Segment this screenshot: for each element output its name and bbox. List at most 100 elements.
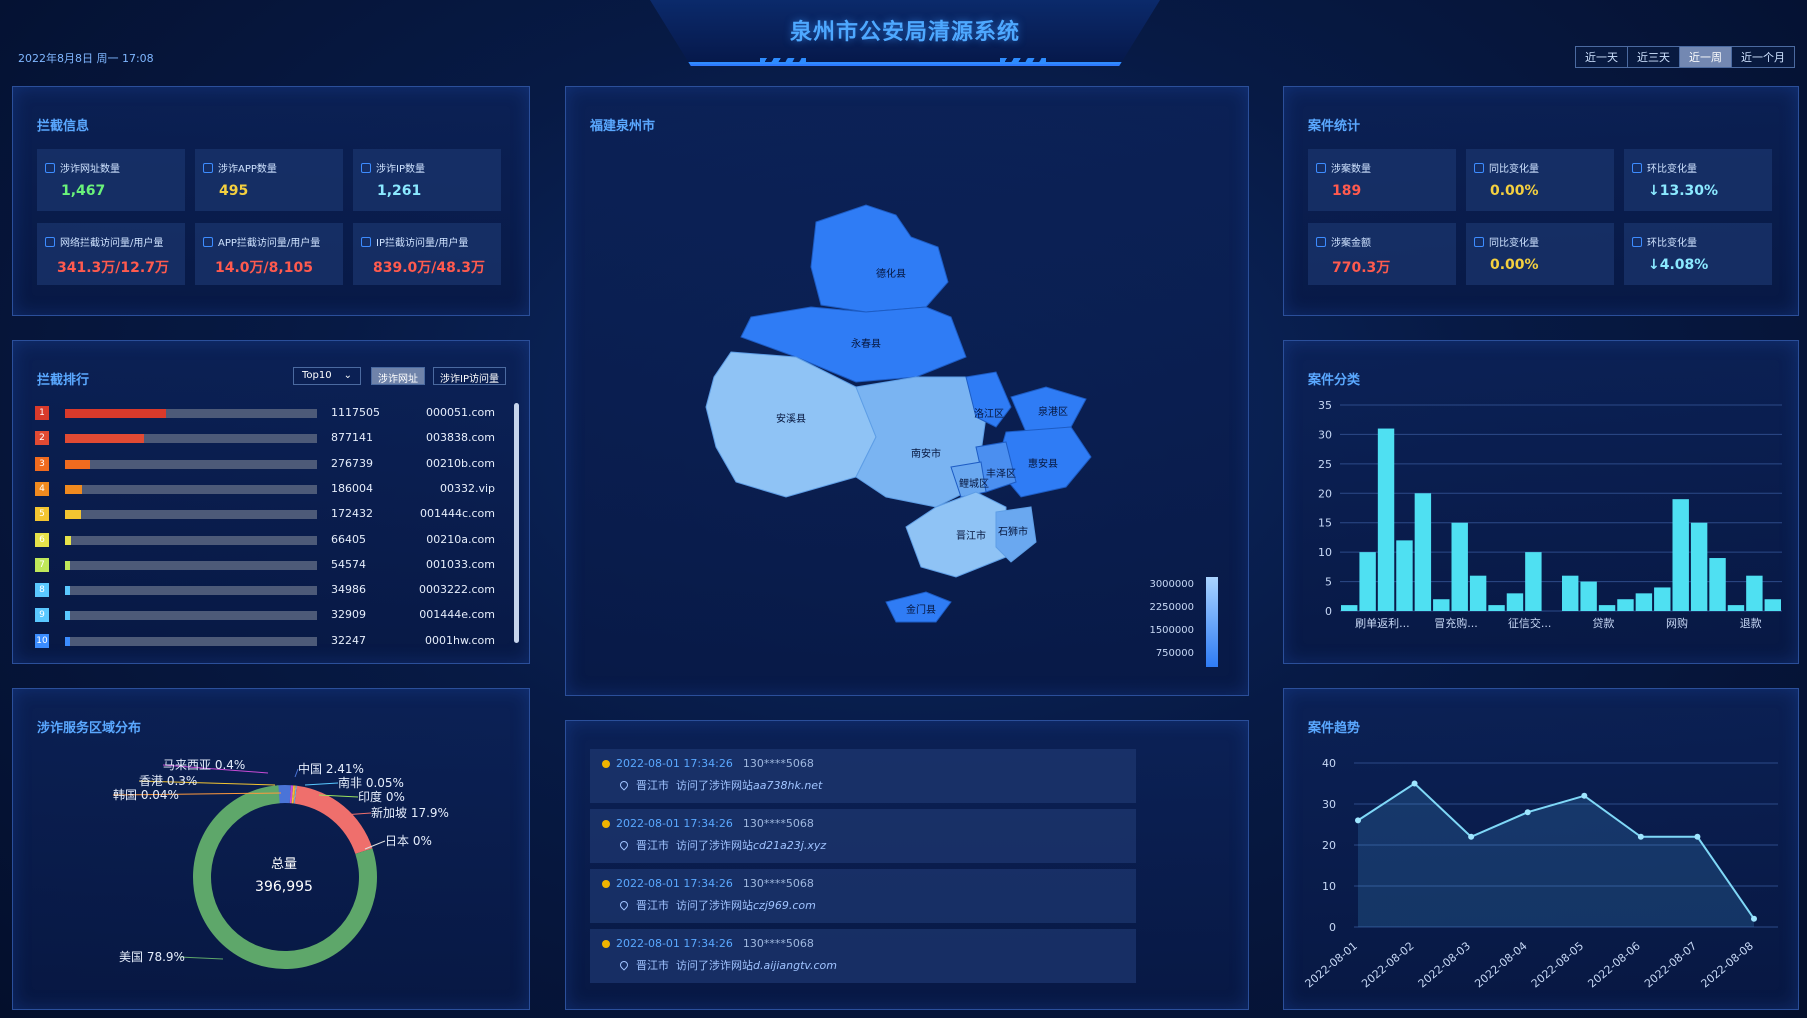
log-phone: 130****5068 [742,757,814,770]
map-label: 鲤城区 [959,477,989,490]
bar[interactable] [1396,540,1413,611]
bar[interactable] [1377,428,1395,611]
ranking-row[interactable]: 6 66405 00210a.com [35,532,495,548]
rank-bar-track [65,611,317,621]
range-tab-3d[interactable]: 近三天 [1627,46,1680,68]
y-tick-label: 35 [1318,399,1332,412]
rank-bar-track [65,586,317,596]
map-label: 晋江市 [956,529,986,542]
bar[interactable] [1598,605,1616,611]
bar[interactable] [1654,587,1671,611]
range-tab-1d[interactable]: 近一天 [1575,46,1628,68]
stat-label: 环比变化量 [1647,164,1697,175]
x-tick-label: 2022-08-07 [1642,939,1699,990]
bar[interactable] [1525,552,1542,611]
alert-dot-icon [602,819,610,828]
bar[interactable] [1746,575,1763,611]
map-label: 丰泽区 [986,467,1016,480]
log-time: 2022-08-01 17:34:26 [616,877,733,890]
ranking-row[interactable]: 3 276739 00210b.com [35,456,495,472]
stat-card-case-count: 涉案数量 189 [1308,149,1456,211]
case-stats-panel: 案件统计 涉案数量 189 同比变化量 0.00% 环比变化量 ↓13.30% … [1283,86,1799,316]
trend-point[interactable] [1411,780,1418,787]
tab-fraud-ip[interactable]: 涉诈IP访问量 [433,367,506,385]
bar[interactable] [1451,522,1468,611]
bar[interactable] [1617,599,1634,611]
ranking-row[interactable]: 10 32247 0001hw.com [35,633,495,649]
log-item[interactable]: 2022-08-01 17:34:26 130****5068 晋江市 访问了涉诈… [590,809,1136,863]
ranking-title: 拦截排行 [37,373,90,388]
rank-number: 7 [35,557,49,572]
ranking-row[interactable]: 1 1117505 000051.com [35,405,495,421]
bar[interactable] [1488,605,1505,611]
coin-icon [1316,236,1326,247]
ranking-row[interactable]: 8 34986 0003222.com [35,582,495,598]
globe-icon [45,236,55,247]
stat-value: 495 [219,183,249,199]
trend-point[interactable] [1524,809,1531,816]
district-dehua[interactable] [810,204,949,313]
log-time: 2022-08-01 17:34:26 [616,817,733,830]
trend-point[interactable] [1751,915,1757,922]
trend-point[interactable] [1355,817,1361,824]
bar[interactable] [1469,575,1487,611]
bar[interactable] [1562,575,1579,611]
x-tick-label: 2022-08-01 [1303,939,1360,990]
log-phone: 130****5068 [742,937,814,950]
stat-card-app-intercept: APP拦截访问量/用户量 14.0万/8,105 [195,223,343,285]
ranking-row[interactable]: 2 877141 003838.com [35,430,495,446]
rank-domain: 000051.com [426,406,495,419]
rank-bar-track [65,535,317,545]
rank-number: 2 [35,431,49,446]
intercept-title: 拦截信息 [37,119,90,134]
top-select[interactable]: Top10 ⌄ [293,367,361,385]
bar[interactable] [1709,558,1726,611]
y-tick-label: 0 [1325,605,1332,618]
log-url: cd21a23j.xyz [753,838,827,852]
case-stats-title: 案件统计 [1308,119,1361,134]
log-item[interactable]: 2022-08-01 17:34:26 130****5068 晋江市 访问了涉诈… [590,929,1136,983]
bar[interactable] [1635,593,1653,611]
map-label: 泉港区 [1038,405,1068,418]
ranking-row[interactable]: 4 186004 00332.vip [35,481,495,497]
map-legend-label: 2250000 [1149,602,1194,613]
stat-label: 涉案数量 [1331,164,1371,175]
bar[interactable] [1764,599,1781,611]
bar[interactable] [1727,605,1745,611]
trend-point[interactable] [1581,792,1588,799]
rank-domain: 001444e.com [419,608,495,622]
chevron-down-icon: ⌄ [343,370,352,381]
donut-label: 中国 2.41% [298,761,364,776]
ranking-row[interactable]: 7 54574 001033.com [35,557,495,573]
bar[interactable] [1341,605,1358,611]
rank-domain: 001033.com [426,557,495,571]
bar[interactable] [1359,552,1376,611]
ranking-scrollbar[interactable] [514,403,519,643]
rank-bar-track [65,636,317,646]
log-item[interactable]: 2022-08-01 17:34:26 130****5068 晋江市 访问了涉诈… [590,869,1136,923]
tab-fraud-url[interactable]: 涉诈网址 [371,367,425,385]
rank-bar-track [65,459,317,469]
range-tab-1m[interactable]: 近一个月 [1731,46,1795,68]
bar[interactable] [1690,522,1708,611]
trend-point[interactable] [1468,833,1475,840]
rank-number: 9 [35,608,49,623]
page-title: 泉州市公安局清源系统 [789,20,1020,45]
bar[interactable] [1506,593,1524,611]
trend-point[interactable] [1637,833,1644,840]
header: 泉州市公安局清源系统 2022年8月8日 周一 17:08 近一天 近三天 近一… [0,0,1807,80]
ranking-row[interactable]: 9 32909 001444e.com [35,607,495,623]
bar[interactable] [1433,599,1450,611]
map-label: 惠安县 [1028,457,1058,470]
bar[interactable] [1580,581,1597,611]
donut-label: 日本 0% [385,834,432,848]
bar[interactable] [1414,493,1432,611]
location-pin-icon [618,779,630,791]
log-item[interactable]: 2022-08-01 17:34:26 130****5068 晋江市 访问了涉诈… [590,749,1136,803]
range-tab-1w[interactable]: 近一周 [1679,46,1732,68]
stat-card-ip-intercept: IP拦截访问量/用户量 839.0万/48.3万 [353,223,501,285]
bar[interactable] [1672,499,1689,611]
stat-value: ↓4.08% [1648,257,1709,273]
trend-point[interactable] [1694,833,1701,840]
ranking-row[interactable]: 5 172432 001444c.com [35,506,495,522]
